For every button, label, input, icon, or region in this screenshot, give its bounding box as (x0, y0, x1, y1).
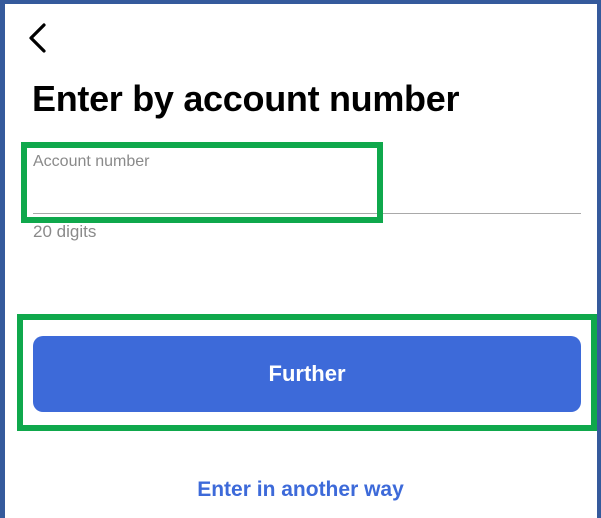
account-number-label: Account number (33, 153, 150, 170)
screen-frame-left (0, 0, 5, 518)
account-number-input[interactable] (33, 176, 579, 210)
back-button[interactable] (24, 20, 54, 56)
page-title: Enter by account number (32, 78, 460, 119)
further-button-label: Further (268, 361, 346, 386)
screen-frame-top (0, 0, 601, 4)
further-button[interactable]: Further (33, 336, 581, 412)
chevron-left-icon (24, 20, 54, 56)
account-number-hint: 20 digits (33, 222, 97, 241)
account-number-underline (33, 213, 581, 214)
enter-another-way-link[interactable]: Enter in another way (0, 478, 601, 502)
screen-frame-right (597, 0, 601, 518)
